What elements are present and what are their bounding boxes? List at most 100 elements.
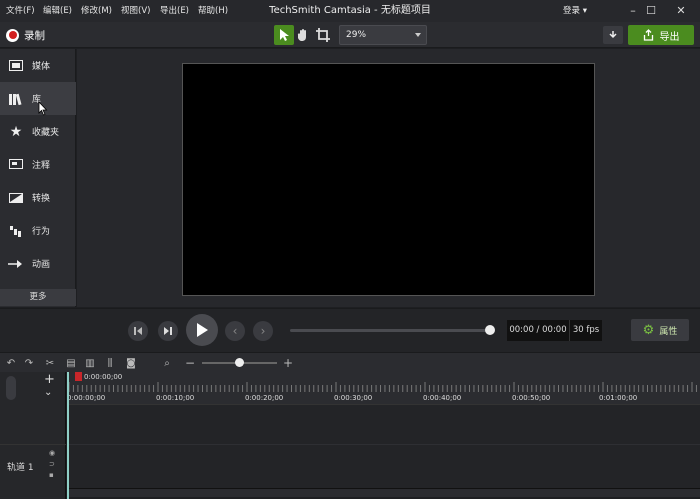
- step-back-icon: [134, 327, 142, 335]
- star-icon: ★: [9, 123, 23, 140]
- ruler-tick-label: 0:00:50;00: [512, 394, 551, 402]
- login-menu[interactable]: 登录 ▾: [563, 0, 587, 22]
- sidebar-item-label: 转换: [32, 194, 51, 204]
- film-icon: [8, 59, 24, 73]
- menu-view[interactable]: 视图(V): [121, 0, 150, 22]
- record-icon: [6, 28, 19, 42]
- login-label: 登录: [563, 6, 581, 16]
- sidebar-item-label: 注释: [32, 161, 51, 171]
- track-height-slider[interactable]: [6, 376, 16, 400]
- video-preview[interactable]: [182, 63, 595, 296]
- hand-icon: [297, 29, 306, 41]
- sidebar-item-animations[interactable]: 动画: [0, 247, 76, 280]
- sidebar-item-favorites[interactable]: ★ 收藏夹: [0, 115, 76, 148]
- zoom-search-icon[interactable]: ⌕: [160, 356, 174, 370]
- sidebar-item-label: 媒体: [32, 62, 51, 72]
- zoom-value: 29%: [346, 30, 367, 40]
- record-button[interactable]: 录制: [6, 27, 45, 43]
- sidebar-item-behaviors[interactable]: 行为: [0, 214, 76, 247]
- track-area[interactable]: [67, 404, 700, 492]
- menu-edit[interactable]: 编辑(E): [43, 0, 72, 22]
- export-label: 导出: [659, 31, 680, 43]
- redo-icon[interactable]: ↷: [22, 356, 36, 370]
- snapshot-icon[interactable]: ◙: [124, 356, 138, 370]
- track-divider: [67, 444, 700, 445]
- mouse-cursor-icon: [38, 101, 48, 116]
- chevron-down-icon[interactable]: ⌄: [44, 387, 52, 398]
- copy-icon[interactable]: ▤: [64, 356, 78, 370]
- main-toolbar: 录制 29% 导出: [0, 22, 700, 48]
- cursor-arrow-icon: [280, 29, 289, 41]
- playhead-handle[interactable]: [75, 372, 82, 381]
- sidebar-item-transitions[interactable]: 转换: [0, 181, 76, 214]
- animation-icon: [8, 257, 24, 271]
- sidebar-item-annotations[interactable]: 注释: [0, 148, 76, 181]
- maximize-button[interactable]: ☐: [636, 0, 666, 22]
- window-title: TechSmith Camtasia - 无标题项目: [269, 5, 431, 16]
- scrubber-handle[interactable]: [485, 325, 495, 335]
- share-icon: [643, 29, 653, 41]
- transition-icon: [8, 191, 24, 205]
- undo-icon[interactable]: ↶: [4, 356, 18, 370]
- library-icon: [8, 92, 24, 106]
- horizontal-scrollbar[interactable]: [67, 488, 700, 497]
- chevron-down-icon: ▾: [582, 6, 587, 16]
- crop-icon: [316, 28, 330, 42]
- playback-bar: ‹ › 00:00 / 00:00 30 fps ⚙ 属性: [0, 308, 700, 352]
- select-tool-button[interactable]: [274, 25, 294, 45]
- crop-tool-button[interactable]: [313, 25, 333, 45]
- play-icon: [197, 323, 208, 337]
- zoom-dropdown[interactable]: 29%: [339, 25, 427, 45]
- timeline: + ⌄ ◉ ⊃ ▪ 轨道 1 0:00:00;00 0:00:10;00 0:0…: [0, 372, 700, 499]
- timeline-toolbar: ↶ ↷ ✂ ▤ ▥ ⫼ ◙ ⌕ − +: [0, 352, 700, 372]
- sidebar: 媒体 库 ★ 收藏夹 注释 转换 行为 动画 更多: [0, 49, 76, 307]
- menu-export[interactable]: 导出(E): [160, 0, 189, 22]
- record-label: 录制: [24, 29, 45, 42]
- more-button[interactable]: 更多: [0, 289, 76, 306]
- playback-scrubber[interactable]: [290, 329, 492, 332]
- split-icon[interactable]: ⫼: [103, 356, 117, 370]
- menu-help[interactable]: 帮助(H): [198, 0, 228, 22]
- cut-icon[interactable]: ✂: [43, 356, 57, 370]
- annotation-icon: [8, 158, 24, 172]
- download-icon: [609, 31, 617, 39]
- paste-icon[interactable]: ▥: [83, 356, 97, 370]
- properties-button[interactable]: ⚙ 属性: [631, 319, 689, 341]
- close-button[interactable]: ✕: [666, 0, 696, 22]
- zoom-out-icon[interactable]: −: [183, 356, 197, 370]
- playhead[interactable]: [67, 372, 69, 499]
- fps-display: 30 fps: [569, 320, 602, 341]
- timecode-display: 00:00 / 00:00: [507, 320, 569, 341]
- timeline-zoom-handle[interactable]: [235, 358, 244, 367]
- pan-tool-button[interactable]: [293, 25, 313, 45]
- track-label: 轨道 1: [7, 463, 34, 473]
- play-button[interactable]: [186, 314, 218, 346]
- zoom-in-icon[interactable]: +: [281, 356, 295, 370]
- ruler-tick-label: 0:00:30;00: [334, 394, 373, 402]
- ruler-tick-label: 0:00:10;00: [156, 394, 195, 402]
- track-header-panel: + ⌄ ◉ ⊃ ▪ 轨道 1: [0, 372, 66, 499]
- time-ruler[interactable]: 0:00:00;00 0:00:10;00 0:00:20;00 0:00:30…: [67, 372, 700, 404]
- step-forward-icon: [164, 327, 172, 335]
- properties-label: 属性: [659, 326, 678, 337]
- menu-modify[interactable]: 修改(M): [81, 0, 112, 22]
- add-track-icon[interactable]: +: [44, 372, 55, 387]
- step-forward-button[interactable]: [158, 321, 178, 341]
- eye-icon[interactable]: ◉: [49, 449, 55, 457]
- sidebar-item-label: 动画: [32, 260, 51, 270]
- ruler-tick-label: 0:01:00;00: [599, 394, 638, 402]
- chevron-down-icon: [415, 33, 421, 37]
- step-back-button[interactable]: [128, 321, 148, 341]
- ruler-tick-label: 0:00:20;00: [245, 394, 284, 402]
- title-bar: 文件(F) 编辑(E) 修改(M) 视图(V) 导出(E) 帮助(H) Tech…: [0, 0, 700, 22]
- mute-icon[interactable]: ▪: [49, 471, 54, 479]
- sidebar-item-media[interactable]: 媒体: [0, 49, 76, 82]
- chevron-right-icon: ›: [260, 324, 266, 338]
- menu-file[interactable]: 文件(F): [6, 0, 35, 22]
- previous-button[interactable]: ‹: [225, 321, 245, 341]
- export-button[interactable]: 导出: [628, 25, 694, 45]
- next-button[interactable]: ›: [253, 321, 273, 341]
- download-button[interactable]: [603, 26, 623, 44]
- gear-icon: ⚙: [642, 322, 655, 338]
- lock-icon[interactable]: ⊃: [49, 460, 55, 468]
